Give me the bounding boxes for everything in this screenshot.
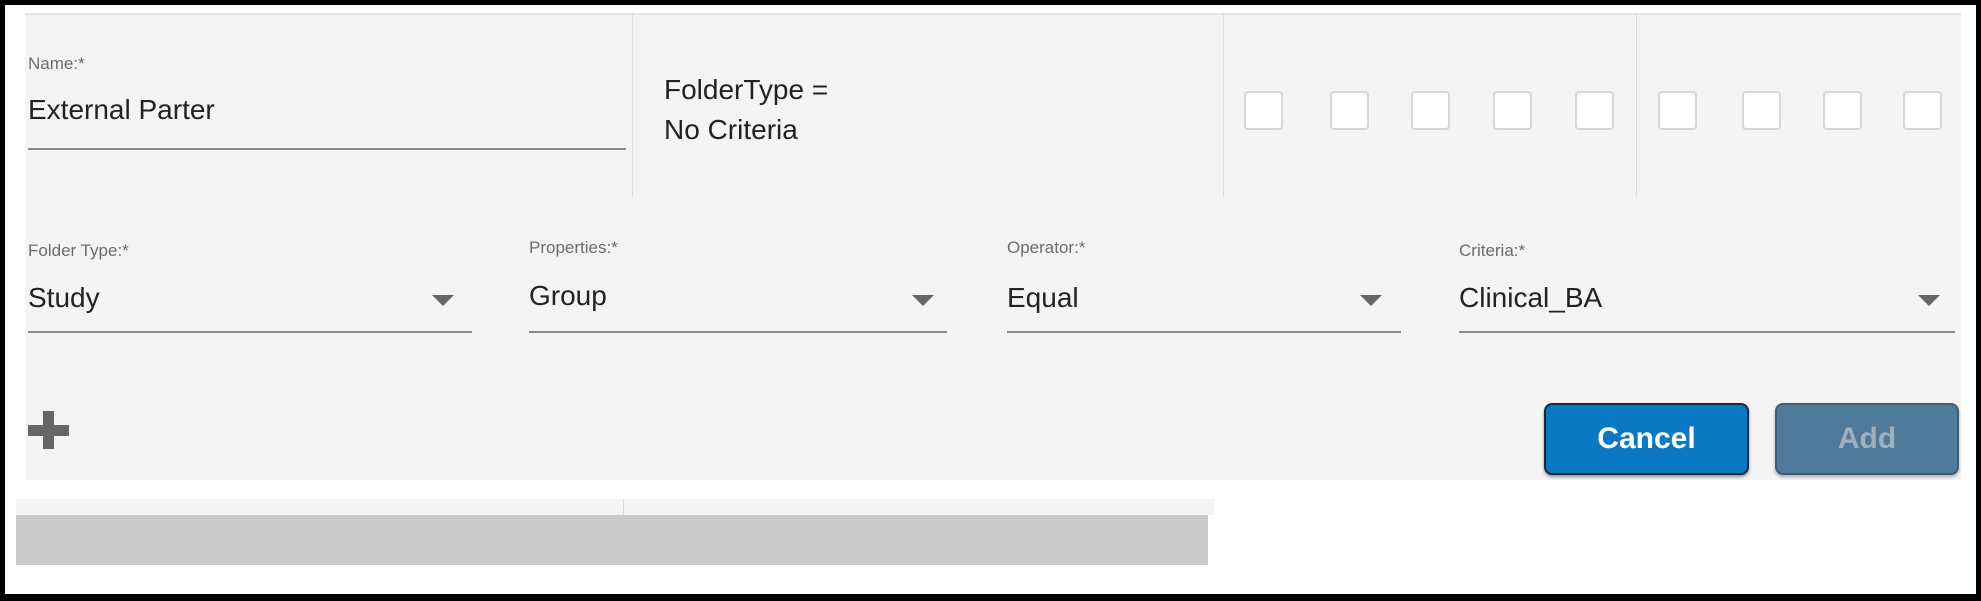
criteria-label: Criteria:*: [1459, 241, 1526, 260]
checkbox[interactable]: [1411, 91, 1450, 130]
add-button[interactable]: Add: [1775, 403, 1959, 475]
properties-label: Properties:*: [529, 238, 618, 257]
checkbox[interactable]: [1244, 91, 1283, 130]
criteria-value: Clinical_BA: [1459, 282, 1603, 313]
underline: [28, 331, 472, 333]
table-header-strip: [16, 499, 1215, 515]
checkbox[interactable]: [1903, 91, 1942, 130]
chevron-down-icon[interactable]: [1360, 295, 1382, 306]
chevron-down-icon[interactable]: [912, 295, 934, 306]
folder-type-value: Study: [28, 282, 100, 313]
summary-line-2: No Criteria: [664, 114, 798, 145]
chevron-down-icon[interactable]: [432, 295, 454, 306]
divider: [623, 499, 624, 515]
underline: [1459, 331, 1955, 333]
checkbox[interactable]: [1823, 91, 1862, 130]
underline: [529, 331, 947, 333]
operator-label: Operator:*: [1007, 238, 1086, 257]
name-input[interactable]: External Parter: [28, 94, 215, 126]
cancel-button[interactable]: Cancel: [1544, 403, 1749, 475]
plus-icon[interactable]: [28, 411, 69, 449]
summary-line-1: FolderType =: [664, 74, 829, 105]
scrollbar-track[interactable]: [16, 515, 1208, 565]
folder-type-label: Folder Type:*: [28, 241, 129, 260]
chevron-down-icon[interactable]: [1918, 295, 1940, 306]
divider: [1223, 13, 1224, 196]
divider: [1636, 13, 1637, 196]
checkbox[interactable]: [1330, 91, 1369, 130]
criteria-summary: FolderType = No Criteria: [664, 70, 828, 150]
underline: [1007, 331, 1401, 333]
checkbox[interactable]: [1742, 91, 1781, 130]
name-label: Name:*: [28, 54, 85, 73]
checkbox[interactable]: [1493, 91, 1532, 130]
properties-value: Group: [529, 280, 607, 311]
divider: [632, 13, 633, 196]
checkbox[interactable]: [1658, 91, 1697, 130]
name-underline: [28, 148, 626, 150]
operator-value: Equal: [1007, 282, 1079, 313]
checkbox[interactable]: [1575, 91, 1614, 130]
